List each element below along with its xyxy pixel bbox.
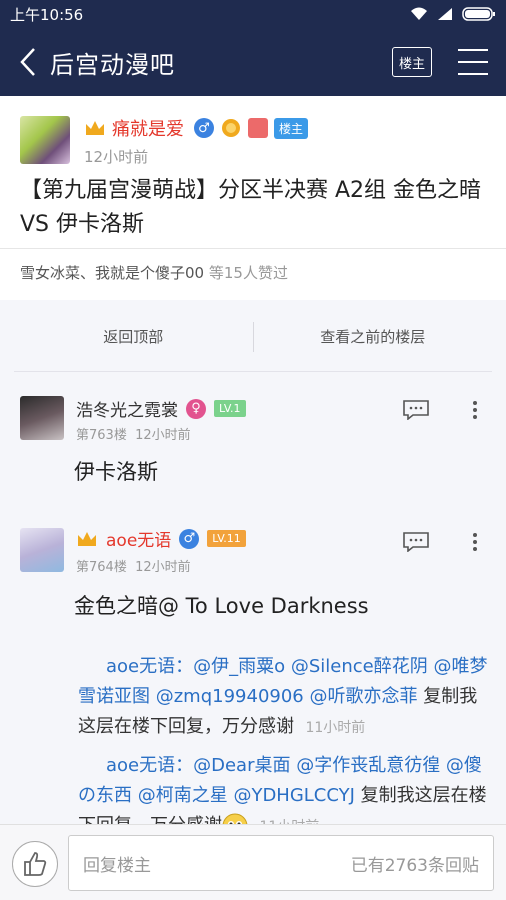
menu-icon[interactable] (458, 49, 488, 75)
likes-names: 雪女冰菜、我就是个傻子00 (20, 264, 205, 282)
nav-bar: 后宫动漫吧 楼主 (0, 28, 506, 96)
status-icons (410, 6, 496, 22)
sub-reply[interactable]: aoe无语：@伊_雨粟o @Silence醉花阴 @唯梦雪诺亚图 @zmq199… (78, 652, 488, 743)
user-name[interactable]: 浩冬光之霓裳 (76, 396, 178, 421)
status-bar: 上午10:56 (0, 0, 506, 28)
likes-count: 等15人赞过 (208, 264, 288, 282)
comment-icon[interactable] (403, 400, 429, 420)
floor-number: 第764楼 (76, 560, 127, 575)
battery-icon (462, 7, 495, 21)
female-icon: ♀ (186, 398, 206, 419)
male-icon: ♂ (179, 528, 200, 549)
crown-icon (86, 121, 104, 135)
comment-icon[interactable] (403, 532, 429, 552)
sub-reply-author[interactable]: aoe无语： (106, 755, 193, 776)
male-icon: ♂ (194, 118, 214, 138)
level-badge: LV.11 (207, 530, 246, 547)
signal-icon (438, 8, 452, 20)
wifi-icon (411, 7, 427, 20)
floor-time: 12小时前 (135, 428, 191, 443)
like-button[interactable] (12, 841, 58, 887)
more-icon[interactable] (472, 400, 478, 420)
forum-title: 后宫动漫吧 (50, 50, 175, 79)
reply-count: 已有2763条回贴 (350, 855, 479, 876)
member-icon (248, 118, 268, 138)
medal-icon (222, 119, 240, 137)
floor-meta: 第763楼 12小时前 (76, 424, 191, 443)
user-row: aoe无语 ♂ LV.11 (76, 526, 246, 551)
op-tag: 楼主 (274, 117, 309, 139)
back-button[interactable] (6, 28, 50, 96)
more-icon[interactable] (472, 532, 478, 552)
user-row: 浩冬光之霓裳 ♀ LV.1 (76, 396, 246, 421)
user-name[interactable]: aoe无语 (106, 526, 171, 551)
quick-nav: 返回顶部 查看之前的楼层 (14, 302, 492, 372)
view-previous-floors-button[interactable]: 查看之前的楼层 (254, 326, 493, 347)
reply-placeholder: 回复楼主 (83, 855, 151, 876)
chevron-left-icon (20, 48, 35, 76)
post-title: 【第九届宫漫萌战】分区半决赛 A2组 金色之暗 VS 伊卡洛斯 (20, 178, 482, 237)
post-header: 痛就是爱 ♂ 楼主 12小时前 【第九届宫漫萌战】分区半决赛 A2组 金色之暗 … (0, 96, 506, 300)
user-avatar[interactable] (20, 396, 64, 440)
sub-reply-author[interactable]: aoe无语： (106, 656, 193, 677)
reply-input[interactable]: 回复楼主 已有2763条回贴 (68, 835, 494, 891)
author-row: 痛就是爱 ♂ 楼主 (84, 115, 309, 141)
level-badge: LV.1 (214, 400, 246, 417)
thumbs-up-icon (24, 852, 47, 876)
floor-time: 12小时前 (135, 560, 191, 575)
floor-number: 第763楼 (76, 428, 127, 443)
floor-meta: 第764楼 12小时前 (76, 556, 191, 575)
likes-line[interactable]: 雪女冰菜、我就是个傻子00 等15人赞过 (20, 262, 288, 283)
only-op-button[interactable]: 楼主 (392, 47, 432, 77)
author-name[interactable]: 痛就是爱 (112, 115, 184, 141)
floor-content: 伊卡洛斯 (74, 460, 158, 484)
author-avatar[interactable] (20, 116, 70, 164)
user-avatar[interactable] (20, 528, 64, 572)
divider (0, 248, 506, 249)
floor-content: 金色之暗@ To Love Darkness (74, 594, 369, 618)
back-to-top-button[interactable]: 返回顶部 (14, 326, 253, 347)
crown-icon (78, 531, 96, 546)
post-time: 12小时前 (84, 148, 149, 166)
sub-reply-time: 11小时前 (305, 720, 366, 736)
status-time: 上午10:56 (10, 5, 84, 24)
bottom-bar: 回复楼主 已有2763条回贴 (0, 824, 506, 900)
sub-replies: aoe无语：@伊_雨粟o @Silence醉花阴 @唯梦雪诺亚图 @zmq199… (78, 652, 488, 850)
